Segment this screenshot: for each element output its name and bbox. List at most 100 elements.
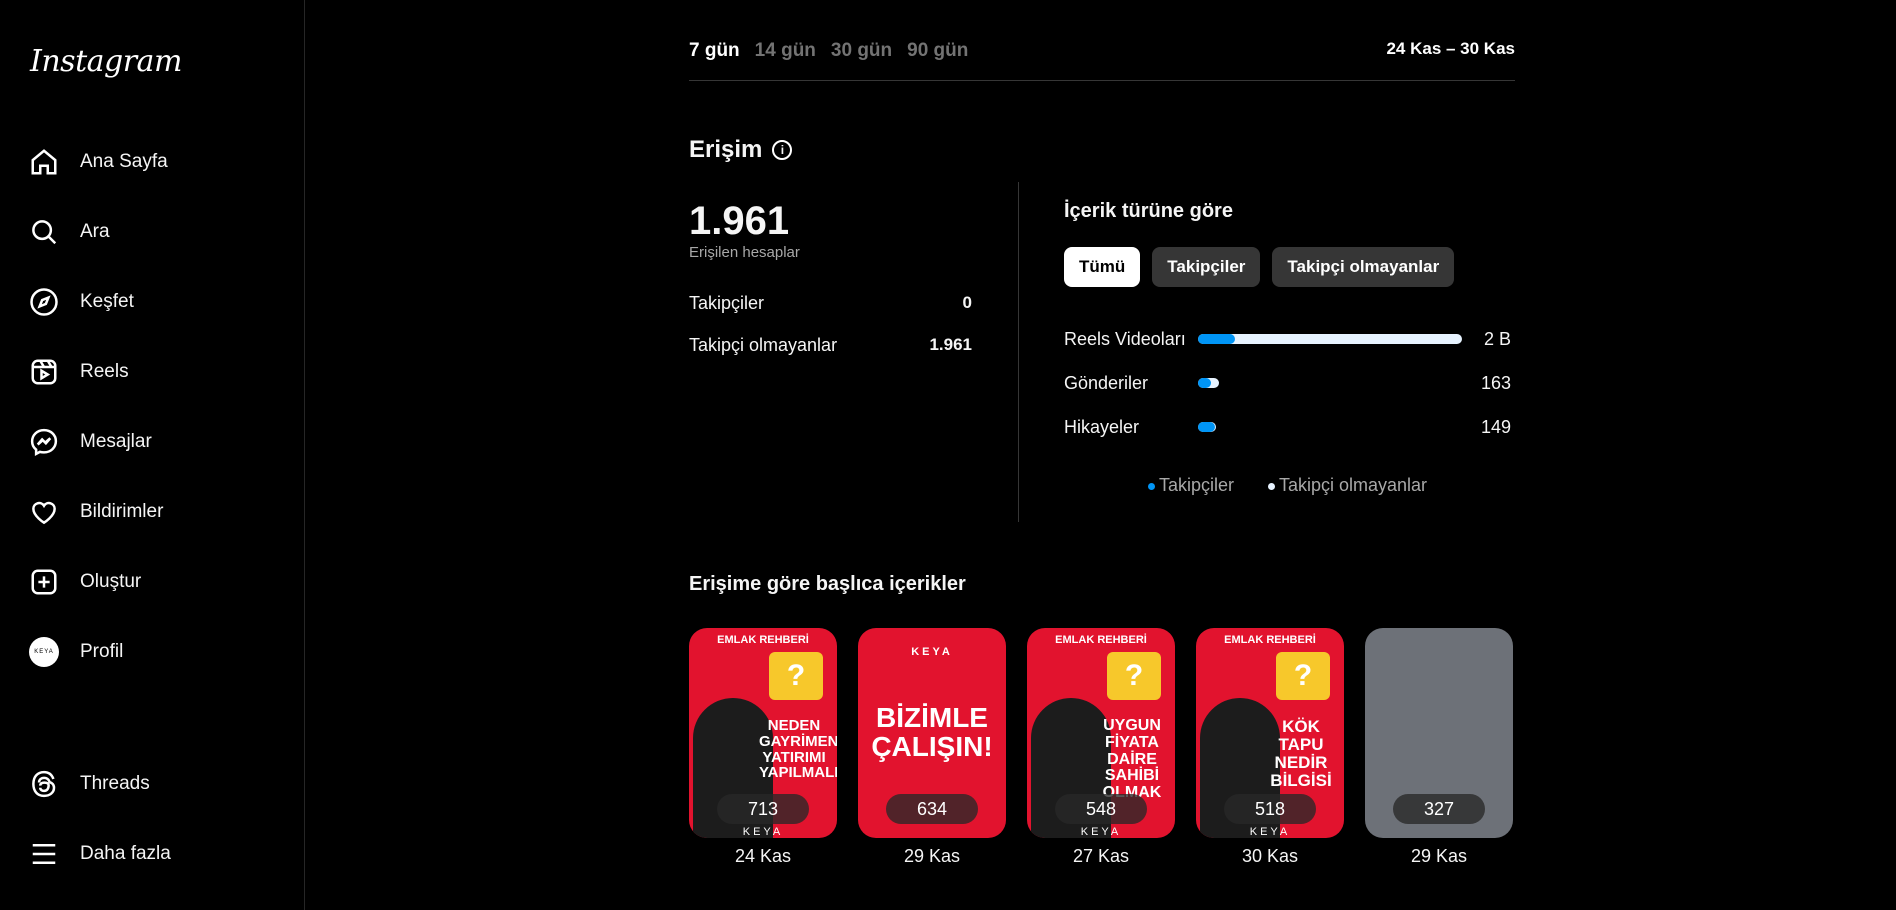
top-content-title: Erişime göre başlıca içerikler [689,573,966,595]
bar-followers [1198,422,1216,432]
legend: Takipçiler Takipçi olmayanlar [1064,475,1511,496]
content-date: 24 Kas [734,846,792,866]
stat-label: Takipçi olmayanlar [689,335,838,355]
home-icon [28,146,60,178]
bar-followers [1198,334,1235,344]
content-date: 29 Kas [1410,846,1468,866]
plus-square-icon [28,566,60,598]
bar-row: Hikayeler 149 [1064,415,1511,439]
info-icon[interactable]: i [772,140,793,160]
tab-14-days[interactable]: 14 gün [755,40,816,62]
reach-total-label: Erişilen hesaplar [689,244,800,261]
nav-explore[interactable]: Keşfet [28,280,288,324]
nav-label: Keşfet [80,291,134,312]
nav-label: Ara [80,221,110,242]
chip-all[interactable]: Tümü [1064,247,1141,287]
thumb-footer: KEYA [742,826,784,838]
nav-label: Bildirimler [80,501,164,522]
chip-followers[interactable]: Takipçiler [1152,247,1261,287]
tab-7-days[interactable]: 7 gün [689,40,740,62]
divider [689,80,1515,81]
reach-total: 1.961 [689,199,790,243]
reach-title: Erişim [689,136,763,163]
nav-label: Oluştur [80,571,142,592]
nav-label: Mesajlar [80,431,152,452]
reels-icon [28,356,60,388]
stat-label: Takipçiler [689,293,765,313]
legend-dot [1267,482,1275,490]
bar-label: Reels Videoları [1064,328,1186,349]
content-thumbnail[interactable]: 327 [1365,628,1513,838]
heart-icon [28,496,60,528]
top-content-list: EMLAK REHBERİ ? NEDEN GAYRİMENKUL YATIRI… [689,628,1513,867]
chip-non-followers[interactable]: Takipçi olmayanlar [1272,247,1455,287]
reach-count: 327 [1393,794,1485,824]
content-card[interactable]: EMLAK REHBERİ ? KÖK TAPU NEDİR BİLGİSİ 5… [1196,628,1344,867]
avatar-text: KEYA [29,637,59,667]
bar-label: Gönderiler [1064,372,1149,393]
nav-label: Daha fazla [80,843,171,864]
reach-count: 713 [717,794,809,824]
date-range: 24 Kas – 30 Kas [1386,39,1515,58]
nav-create[interactable]: Oluştur [28,560,288,604]
bar-value: 163 [1480,372,1511,393]
threads-icon [28,768,60,800]
content-card[interactable]: EMLAK REHBERİ ? UYGUN FİYATA DAİRE SAHİB… [1027,628,1175,867]
content-card[interactable]: EMLAK REHBERİ ? NEDEN GAYRİMENKUL YATIRI… [689,628,837,867]
audience-filter: Tümü Takipçiler Takipçi olmayanlar [1064,247,1455,287]
nav-profile[interactable]: KEYA Profil [28,630,288,674]
content-card[interactable]: KEYA BİZİMLE ÇALIŞIN! 634 29 Kas [858,628,1006,867]
question-icon: ? [1276,652,1330,700]
nav-search[interactable]: Ara [28,210,288,254]
content-date: 29 Kas [903,846,961,866]
content-thumbnail[interactable]: EMLAK REHBERİ ? KÖK TAPU NEDİR BİLGİSİ 5… [1196,628,1344,838]
nav-home[interactable]: Ana Sayfa [28,140,288,184]
stat-row-non-followers: Takipçi olmayanlar 1.961 [689,335,972,356]
thumb-brand: EMLAK REHBERİ [717,634,809,646]
tab-30-days[interactable]: 30 gün [831,40,892,62]
bar-followers [1198,378,1211,388]
instagram-logo[interactable]: Instagram [30,44,182,79]
vertical-divider [1018,182,1019,522]
nav-notifications[interactable]: Bildirimler [28,490,288,534]
content-card[interactable]: 327 29 Kas [1365,628,1513,867]
nav-label: Threads [80,773,150,794]
bar-non-followers [1198,422,1216,432]
content-date: 27 Kas [1072,846,1130,866]
content-thumbnail[interactable]: EMLAK REHBERİ ? NEDEN GAYRİMENKUL YATIRI… [689,628,837,838]
bar-non-followers [1198,334,1462,344]
compass-icon [28,286,60,318]
content-date: 30 Kas [1241,846,1299,866]
legend-label: Takipçiler [1158,475,1234,495]
avatar: KEYA [28,636,60,668]
legend-item-followers: Takipçiler [1147,475,1234,496]
bar-non-followers [1198,378,1219,388]
reach-count: 548 [1055,794,1147,824]
menu-icon [28,838,60,870]
thumb-headline: NEDEN GAYRİMENKUL YATIRIMI YAPILMALI? [759,717,837,782]
thumb-brand: EMLAK REHBERİ [1055,634,1147,646]
thumb-brand: KEYA [911,646,953,658]
stat-value: 0 [962,293,972,312]
nav-threads[interactable]: Threads [28,762,288,806]
sidebar: Instagram Ana Sayfa Ara Keşfet Reels Mes… [0,0,305,910]
section-title: Erişim i [689,136,793,164]
nav-reels[interactable]: Reels [28,350,288,394]
content-thumbnail[interactable]: EMLAK REHBERİ ? UYGUN FİYATA DAİRE SAHİB… [1027,628,1175,838]
content-thumbnail[interactable]: KEYA BİZİMLE ÇALIŞIN! 634 [858,628,1006,838]
bar-row: Reels Videoları 2 B [1064,327,1511,351]
thumb-brand: EMLAK REHBERİ [1224,634,1316,646]
nav-label: Ana Sayfa [80,151,168,172]
nav-label: Profil [80,641,124,662]
thumb-headline: UYGUN FİYATA DAİRE SAHİBİ OLMAK [1102,717,1162,802]
reach-count: 634 [886,794,978,824]
bar-label: Hikayeler [1064,416,1140,437]
legend-label: Takipçi olmayanlar [1278,475,1428,495]
nav-more[interactable]: Daha fazla [28,832,288,876]
nav-label: Reels [80,361,129,382]
bar-value: 149 [1480,416,1511,437]
period-tabs: 7 gün 14 gün 30 gün 90 gün [689,40,968,62]
tab-90-days[interactable]: 90 gün [907,40,968,62]
bar-row: Gönderiler 163 [1064,371,1511,395]
nav-messages[interactable]: Mesajlar [28,420,288,464]
